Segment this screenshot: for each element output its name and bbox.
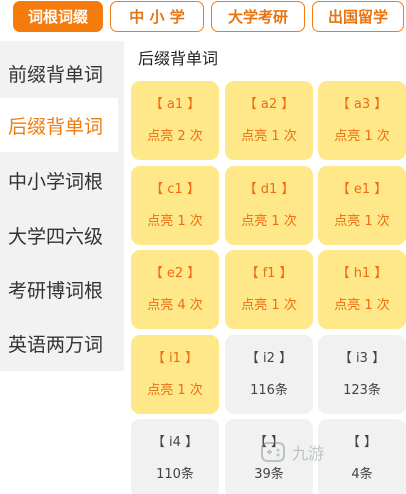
card-status: 点亮 1 次 — [334, 297, 390, 313]
word-card[interactable]: 【 i1 】 点亮 1 次 — [131, 335, 219, 414]
sidebar-item-prefix[interactable]: 前缀背单词 — [0, 46, 124, 100]
word-card[interactable]: 【 e2 】 点亮 4 次 — [131, 250, 219, 329]
word-card[interactable]: 【 c1 】 点亮 1 次 — [131, 166, 219, 245]
tab-roots-affixes[interactable]: 词根词缀 — [13, 1, 103, 32]
word-card[interactable]: 【 f1 】 点亮 1 次 — [225, 250, 313, 329]
card-name: 【 i1 】 — [151, 350, 199, 366]
card-status: 点亮 1 次 — [241, 128, 297, 144]
card-name: 【 a3 】 — [336, 96, 388, 112]
word-card[interactable]: 【 i2 】 116条 — [225, 335, 313, 414]
watermark-text: 九游 — [292, 444, 325, 463]
card-status: 点亮 4 次 — [147, 297, 203, 313]
card-status: 点亮 1 次 — [334, 128, 390, 144]
category-sidebar: 前缀背单词 后缀背单词 中小学词根 大学四六级 考研博词根 英语两万词 — [0, 41, 124, 371]
card-name: 【 i2 】 — [245, 350, 293, 366]
sidebar-item-postgrad-roots[interactable]: 考研博词根 — [0, 262, 124, 316]
card-name: 【 i3 】 — [338, 350, 386, 366]
sidebar-item-suffix[interactable]: 后缀背单词 — [0, 98, 118, 152]
sidebar-item-school-roots[interactable]: 中小学词根 — [0, 153, 124, 207]
word-card[interactable]: 【 i4 】 110条 — [131, 419, 219, 494]
card-name: 【 h1 】 — [336, 265, 388, 281]
word-card[interactable]: 【 a3 】 点亮 1 次 — [318, 81, 406, 160]
watermark: 九游 — [258, 432, 388, 472]
card-status: 点亮 2 次 — [147, 128, 203, 144]
card-name: 【 f1 】 — [245, 265, 293, 281]
word-card[interactable]: 【 a1 】 点亮 2 次 — [131, 81, 219, 160]
gamepad-icon — [261, 442, 285, 462]
card-name: 【 e2 】 — [149, 265, 201, 281]
card-count: 116条 — [250, 382, 288, 398]
tab-study-abroad[interactable]: 出国留学 — [312, 1, 404, 32]
card-status: 点亮 1 次 — [147, 382, 203, 398]
card-status: 点亮 1 次 — [147, 213, 203, 229]
card-name: 【 a1 】 — [149, 96, 201, 112]
card-name: 【 e1 】 — [336, 181, 388, 197]
sidebar-item-20k-words[interactable]: 英语两万词 — [0, 316, 124, 370]
card-count: 123条 — [343, 382, 381, 398]
top-tab-bar: 词根词缀 中 小 学 大学考研 出国留学 — [0, 0, 406, 36]
card-status: 点亮 1 次 — [334, 213, 390, 229]
word-card[interactable]: 【 i3 】 123条 — [318, 335, 406, 414]
card-count: 110条 — [156, 466, 194, 482]
tab-university-postgrad[interactable]: 大学考研 — [211, 1, 305, 32]
card-name: 【 c1 】 — [150, 181, 200, 197]
section-title: 后缀背单词 — [138, 49, 219, 68]
word-card[interactable]: 【 e1 】 点亮 1 次 — [318, 166, 406, 245]
word-card[interactable]: 【 d1 】 点亮 1 次 — [225, 166, 313, 245]
card-name: 【 d1 】 — [243, 181, 295, 197]
card-status: 点亮 1 次 — [241, 213, 297, 229]
card-status: 点亮 1 次 — [241, 297, 297, 313]
sidebar-item-cet[interactable]: 大学四六级 — [0, 208, 124, 262]
word-card[interactable]: 【 a2 】 点亮 1 次 — [225, 81, 313, 160]
tab-primary-secondary[interactable]: 中 小 学 — [110, 1, 204, 32]
card-name: 【 i4 】 — [151, 434, 199, 450]
card-name: 【 a2 】 — [243, 96, 295, 112]
word-card[interactable]: 【 h1 】 点亮 1 次 — [318, 250, 406, 329]
